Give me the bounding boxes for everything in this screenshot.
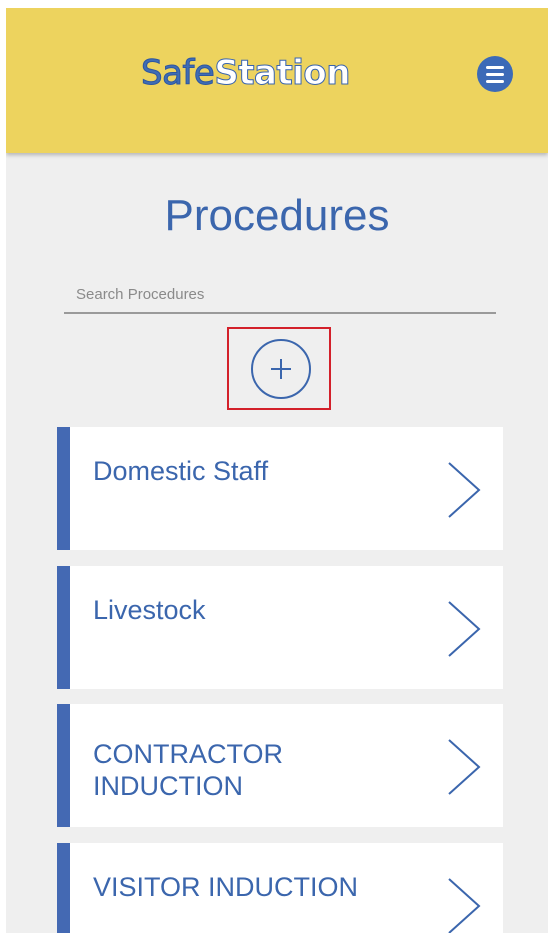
procedure-card-contractor-induction[interactable]: CONTRACTOR INDUCTION xyxy=(57,704,503,827)
app-screen: SafeStation Procedures Domestic Staff Li… xyxy=(6,8,548,933)
plus-circle-icon xyxy=(251,339,311,399)
card-accent-bar xyxy=(57,704,70,827)
menu-bar-bottom xyxy=(486,80,504,83)
hamburger-menu-icon[interactable] xyxy=(477,56,513,92)
search-procedures-input[interactable] xyxy=(64,276,496,314)
procedure-label: VISITOR INDUCTION xyxy=(93,872,359,902)
procedure-label: CONTRACTOR INDUCTION xyxy=(93,739,284,801)
chevron-right-icon xyxy=(448,601,481,657)
logo-part-station: Station xyxy=(214,53,351,94)
chevron-right-icon xyxy=(448,878,481,933)
procedure-card-livestock[interactable]: Livestock xyxy=(57,566,503,689)
page-title: Procedures xyxy=(164,191,390,240)
procedure-label: Livestock xyxy=(93,595,206,625)
card-accent-bar xyxy=(57,843,70,933)
app-header: SafeStation xyxy=(6,8,548,153)
card-accent-bar xyxy=(57,566,70,689)
procedure-card-domestic-staff[interactable]: Domestic Staff xyxy=(57,427,503,550)
card-accent-bar xyxy=(57,427,70,550)
safestation-logo[interactable]: SafeStation xyxy=(140,50,351,96)
procedure-label: Domestic Staff xyxy=(93,456,269,486)
logo-part-safe: Safe xyxy=(140,53,215,94)
menu-bar-top xyxy=(486,66,504,69)
procedure-card-visitor-induction[interactable]: VISITOR INDUCTION xyxy=(57,843,503,933)
chevron-right-icon xyxy=(448,739,481,795)
add-procedure-button[interactable] xyxy=(250,338,312,400)
menu-bar-middle xyxy=(486,73,504,76)
chevron-right-icon xyxy=(448,462,481,518)
